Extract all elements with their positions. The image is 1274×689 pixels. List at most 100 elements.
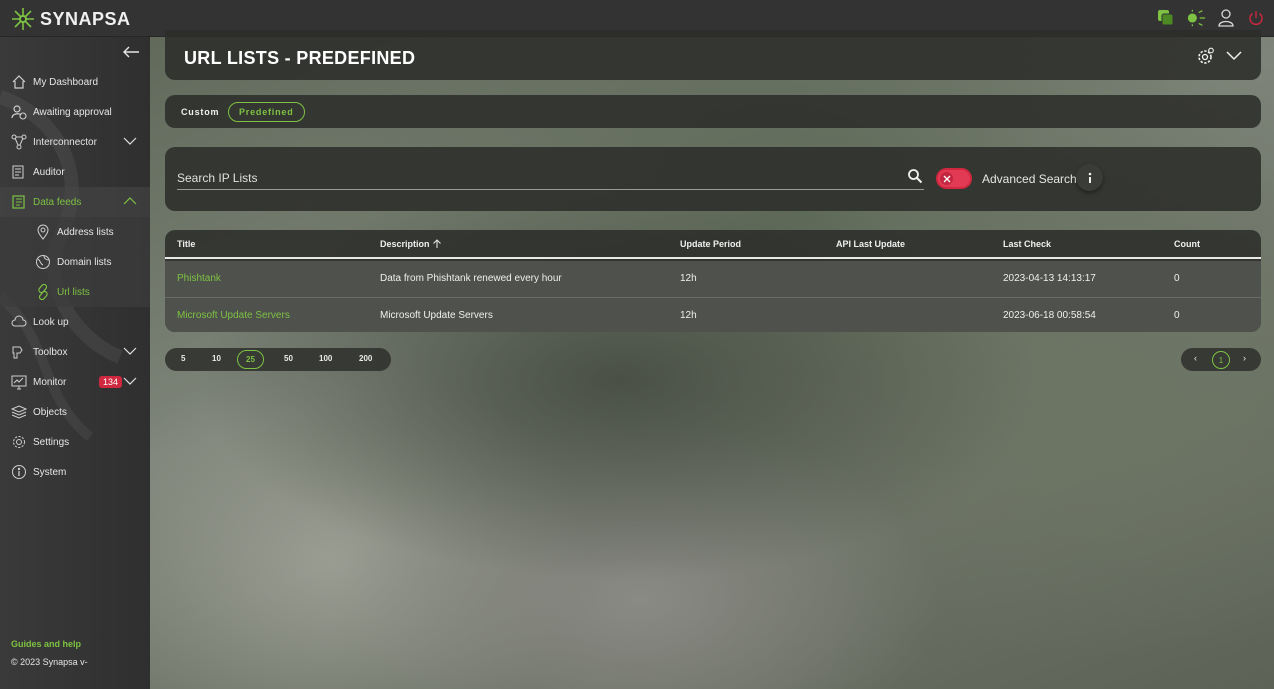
pagination: ‹ 1 › [1181, 348, 1261, 371]
column-header-description[interactable]: Description [380, 239, 442, 249]
globe-icon [34, 253, 52, 271]
page-header: URL LISTS - PREDEFINED [165, 30, 1261, 80]
brand-name: SYNAPSA [40, 8, 131, 29]
url-lists-table: Title Description Update Period API Last… [165, 230, 1261, 332]
tab-custom[interactable]: Custom [181, 102, 219, 122]
toggle-knob [940, 172, 953, 185]
chevron-up-icon [123, 197, 137, 205]
sidebar-item-monitor[interactable]: Monitor 134 [0, 367, 150, 397]
sidebar-item-label: Awaiting approval [33, 106, 112, 118]
monitor-alert-badge: 134 [99, 376, 123, 388]
cell-last-check: 2023-06-18 00:58:54 [1003, 310, 1096, 321]
sidebar-item-interconnector[interactable]: Interconnector [0, 127, 150, 157]
column-header-last-check[interactable]: Last Check [1003, 239, 1051, 249]
info-button[interactable] [1076, 164, 1103, 191]
sidebar-item-label: Data feeds [33, 196, 82, 208]
sidebar-item-label: Toolbox [33, 346, 68, 358]
page-size-option[interactable]: 100 [319, 354, 332, 363]
list-type-tabs: Custom Predefined [165, 95, 1261, 128]
copyright-text: © 2023 Synapsa v- [11, 657, 88, 667]
search-icon[interactable] [907, 168, 923, 184]
tab-predefined[interactable]: Predefined [228, 102, 305, 122]
sidebar-item-url-lists[interactable]: Url lists [0, 277, 150, 307]
settings-icon [10, 433, 28, 451]
sidebar-item-label: My Dashboard [33, 76, 99, 88]
sidebar-subitem-label: Address lists [57, 226, 114, 238]
link-icon [34, 283, 52, 301]
guides-and-help-link[interactable]: Guides and help [11, 639, 88, 649]
sidebar-item-data-feeds[interactable]: Data feeds [0, 187, 150, 217]
column-header-count[interactable]: Count [1174, 239, 1200, 249]
search-panel: Advanced Search [165, 147, 1261, 211]
chevron-down-icon [123, 347, 137, 355]
cell-count: 0 [1174, 310, 1180, 321]
table-row[interactable]: Phishtank Data from Phishtank renewed ev… [165, 261, 1261, 298]
gear-icon[interactable] [1197, 47, 1215, 65]
monitor-icon [10, 373, 28, 391]
cell-update-period: 12h [680, 273, 697, 284]
pin-icon [34, 223, 52, 241]
sidebar-item-objects[interactable]: Objects [0, 397, 150, 427]
synapsa-logo-icon [12, 8, 34, 30]
search-input[interactable] [177, 167, 897, 189]
feed-icon [10, 193, 28, 211]
windows-icon[interactable] [1156, 8, 1176, 28]
page-size-selector: 5 10 25 50 100 200 [165, 348, 391, 371]
sidebar-item-label: Objects [33, 406, 67, 418]
power-icon[interactable] [1246, 8, 1266, 28]
sidebar-item-address-lists[interactable]: Address lists [0, 217, 150, 247]
cell-title-link[interactable]: Microsoft Update Servers [177, 310, 290, 321]
advanced-search-toggle[interactable] [936, 168, 972, 189]
sidebar-item-toolbox[interactable]: Toolbox [0, 337, 150, 367]
sidebar-item-domain-lists[interactable]: Domain lists [0, 247, 150, 277]
sidebar-item-awaiting-approval[interactable]: Awaiting approval [0, 97, 150, 127]
prev-page-button[interactable]: ‹ [1194, 353, 1197, 363]
sidebar-item-label: Auditor [33, 166, 65, 178]
sidebar-item-label: System [33, 466, 67, 478]
sidebar-item-dashboard[interactable]: My Dashboard [0, 67, 150, 97]
system-icon [10, 463, 28, 481]
auditor-icon [10, 163, 28, 181]
chevron-down-icon[interactable] [1225, 47, 1243, 65]
sidebar-item-settings[interactable]: Settings [0, 427, 150, 457]
user-clock-icon [10, 103, 28, 121]
network-icon [10, 133, 28, 151]
collapse-sidebar-icon[interactable] [121, 44, 141, 60]
column-header-update-period[interactable]: Update Period [680, 239, 741, 249]
column-header-title[interactable]: Title [177, 239, 195, 249]
layers-icon [10, 403, 28, 421]
column-header-label: Description [380, 239, 430, 249]
table-row[interactable]: Microsoft Update Servers Microsoft Updat… [165, 298, 1261, 332]
close-icon [943, 175, 950, 182]
cell-description: Microsoft Update Servers [380, 310, 493, 321]
sidebar-subitem-label: Url lists [57, 286, 90, 298]
search-field [177, 167, 924, 190]
home-icon [10, 73, 28, 91]
cell-last-check: 2023-04-13 14:13:17 [1003, 273, 1096, 284]
page-size-option[interactable]: 50 [284, 354, 293, 363]
page-size-option-selected[interactable]: 25 [237, 350, 264, 369]
column-header-api-last-update[interactable]: API Last Update [836, 239, 905, 249]
chevron-down-icon [123, 137, 137, 145]
toolbox-icon [10, 343, 28, 361]
next-page-button[interactable]: › [1243, 353, 1246, 363]
cloud-icon [10, 313, 28, 331]
theme-toggle-icon[interactable] [1186, 8, 1206, 28]
user-icon[interactable] [1216, 8, 1236, 28]
cell-update-period: 12h [680, 310, 697, 321]
cell-title-link[interactable]: Phishtank [177, 273, 221, 284]
current-page-button[interactable]: 1 [1212, 351, 1230, 369]
page-size-option[interactable]: 5 [181, 354, 185, 363]
cell-count: 0 [1174, 273, 1180, 284]
sidebar-item-label: Monitor [33, 376, 67, 388]
page-size-option[interactable]: 10 [212, 354, 221, 363]
data-feeds-submenu: Address lists Domain lists Url lists [0, 217, 150, 307]
cell-description: Data from Phishtank renewed every hour [380, 273, 562, 284]
logo[interactable]: SYNAPSA [8, 4, 131, 34]
info-icon [1088, 172, 1091, 183]
sidebar-item-system[interactable]: System [0, 457, 150, 487]
sidebar-item-auditor[interactable]: Auditor [0, 157, 150, 187]
sidebar-item-look-up[interactable]: Look up [0, 307, 150, 337]
advanced-search-label[interactable]: Advanced Search [982, 172, 1077, 186]
page-size-option[interactable]: 200 [359, 354, 372, 363]
